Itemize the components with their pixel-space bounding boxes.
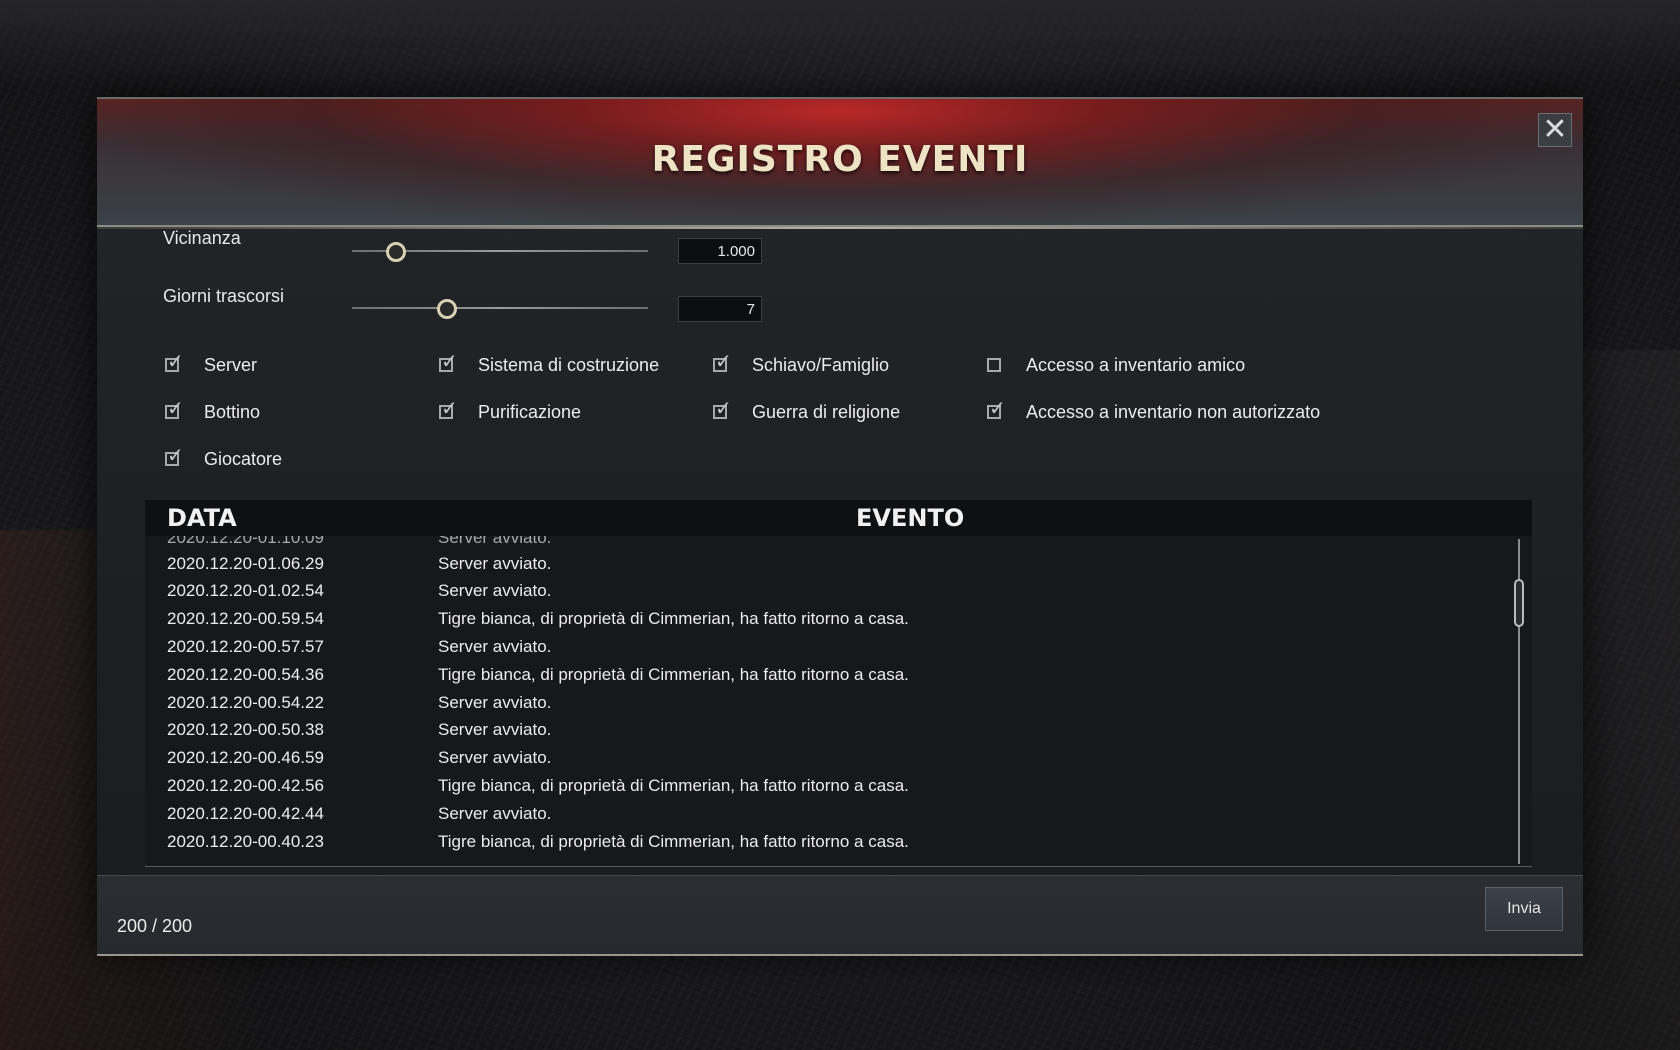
row-date: 2020.12.20-00.54.36 [167, 665, 324, 684]
checkbox-purification[interactable]: ✓ Purificazione [439, 398, 581, 424]
checkbox-box[interactable]: ✓ [165, 398, 184, 419]
checkbox-thrall-pet[interactable]: ✓ Schiavo/Famiglio [713, 351, 889, 377]
check-icon: ✓ [167, 443, 184, 467]
column-header-date: DATA [167, 504, 237, 532]
checkbox-label: Accesso a inventario amico [1026, 355, 1246, 375]
row-event: Tigre bianca, di proprietà di Cimmerian,… [438, 832, 909, 851]
row-event: Server avviato. [438, 554, 552, 573]
close-icon: ✕ [1542, 113, 1568, 146]
checkbox-box[interactable] [987, 358, 1001, 372]
row-date: 2020.12.20-01.02.54 [167, 581, 324, 600]
checkbox-box[interactable]: ✓ [439, 351, 458, 372]
checkbox-box[interactable]: ✓ [713, 351, 732, 372]
row-date: 2020.12.20-00.40.23 [167, 832, 324, 851]
checkbox-religion-war[interactable]: ✓ Guerra di religione [713, 398, 900, 424]
days-value-field[interactable]: 7 [678, 296, 762, 322]
row-date: 2020.12.20-00.46.59 [167, 748, 324, 767]
row-event: Tigre bianca, di proprietà di Cimmerian,… [438, 609, 909, 628]
table-row: 2020.12.20-00.54.22 Server avviato. [145, 689, 1505, 715]
row-date: 2020.12.20-01.06.29 [167, 554, 324, 573]
event-log-window: REGISTRO EVENTI ✕ Vicinanza 1.000 Giorni… [97, 97, 1583, 956]
check-icon: ✓ [167, 349, 184, 373]
checkbox-label: Accesso a inventario non autorizzato [1026, 402, 1321, 422]
table-row: 2020.12.20-00.57.57 Server avviato. [145, 633, 1505, 659]
send-button[interactable]: Invia [1485, 887, 1563, 931]
row-event: Server avviato. [438, 748, 552, 767]
scrollbar-thumb[interactable] [1514, 579, 1524, 627]
check-icon: ✓ [715, 349, 732, 373]
event-list[interactable]: 2020.12.20-01.10.09 Server avviato. 2020… [145, 536, 1532, 867]
proximity-slider[interactable] [352, 241, 648, 262]
checkbox-label: Guerra di religione [752, 402, 901, 422]
row-date: 2020.12.20-00.42.56 [167, 776, 324, 795]
row-date: 2020.12.20-00.42.44 [167, 804, 324, 823]
checkbox-label: Server [204, 355, 258, 375]
checkbox-label: Purificazione [478, 402, 582, 422]
proximity-value-field[interactable]: 1.000 [678, 238, 762, 264]
event-count: 200 / 200 [117, 916, 193, 936]
window-title: REGISTRO EVENTI [651, 139, 1029, 180]
checkbox-server[interactable]: ✓ Server [165, 351, 257, 377]
row-date: 2020.12.20-01.10.09 [167, 536, 324, 547]
checkbox-player[interactable]: ✓ Giocatore [165, 445, 282, 471]
table-row: 2020.12.20-00.50.38 Server avviato. [145, 716, 1505, 742]
proximity-slider-handle[interactable] [386, 242, 406, 262]
check-icon: ✓ [441, 349, 458, 373]
proximity-label: Vicinanza [163, 228, 241, 248]
days-label: Giorni trascorsi [163, 286, 285, 306]
checkbox-label: Giocatore [204, 449, 283, 469]
checkbox-unauthorized-inventory-access[interactable]: ✓ Accesso a inventario non autorizzato [987, 398, 1320, 424]
checkbox-label: Bottino [204, 402, 261, 422]
table-row: 2020.12.20-01.06.29 Server avviato. [145, 550, 1505, 576]
check-icon: ✓ [715, 396, 732, 420]
checkbox-box[interactable]: ✓ [987, 398, 1006, 419]
check-icon: ✓ [441, 396, 458, 420]
row-event: Server avviato. [438, 637, 552, 656]
checkbox-box[interactable]: ✓ [165, 445, 184, 466]
checkbox-label: Schiavo/Famiglio [752, 355, 890, 375]
checkbox-box[interactable]: ✓ [713, 398, 732, 419]
checkbox-friendly-inventory-access[interactable]: Accesso a inventario amico [987, 353, 1245, 377]
table-row: 2020.12.20-01.02.54 Server avviato. [145, 577, 1505, 603]
table-header: DATA EVENTO [145, 500, 1532, 536]
row-event: Tigre bianca, di proprietà di Cimmerian,… [438, 776, 909, 795]
row-date: 2020.12.20-00.50.38 [167, 720, 324, 739]
days-slider[interactable] [352, 298, 648, 319]
check-icon: ✓ [167, 396, 184, 420]
days-slider-handle[interactable] [437, 299, 457, 319]
checkbox-label: Sistema di costruzione [478, 355, 660, 375]
window-footer: 200 / 200 Invia [97, 875, 1583, 956]
checkbox-box[interactable]: ✓ [165, 351, 184, 372]
table-row: 2020.12.20-00.46.59 Server avviato. [145, 744, 1505, 770]
row-date: 2020.12.20-00.57.57 [167, 637, 324, 656]
row-event: Server avviato. [438, 536, 552, 547]
row-event: Tigre bianca, di proprietà di Cimmerian,… [438, 665, 909, 684]
background-shade [0, 0, 1680, 90]
checkbox-building-system[interactable]: ✓ Sistema di costruzione [439, 351, 659, 377]
table-row: 2020.12.20-00.59.54 Tigre bianca, di pro… [145, 605, 1505, 631]
row-date: 2020.12.20-00.54.22 [167, 693, 324, 712]
table-row: 2020.12.20-01.10.09 Server avviato. [145, 536, 1505, 550]
checkbox-box[interactable]: ✓ [439, 398, 458, 419]
row-event: Server avviato. [438, 804, 552, 823]
table-row: 2020.12.20-00.40.23 Tigre bianca, di pro… [145, 828, 1505, 854]
table-row: 2020.12.20-00.42.56 Tigre bianca, di pro… [145, 772, 1505, 798]
window-header: REGISTRO EVENTI ✕ [97, 97, 1583, 229]
row-event: Server avviato. [438, 693, 552, 712]
table-row: 2020.12.20-00.54.36 Tigre bianca, di pro… [145, 661, 1505, 687]
row-event: Server avviato. [438, 581, 552, 600]
checkbox-loot[interactable]: ✓ Bottino [165, 398, 260, 424]
column-header-event: EVENTO [856, 504, 965, 532]
days-slider-track [352, 307, 648, 309]
close-button[interactable]: ✕ [1538, 113, 1572, 147]
check-icon: ✓ [989, 396, 1006, 420]
table-row: 2020.12.20-00.42.44 Server avviato. [145, 800, 1505, 826]
row-date: 2020.12.20-00.59.54 [167, 609, 324, 628]
row-event: Server avviato. [438, 720, 552, 739]
